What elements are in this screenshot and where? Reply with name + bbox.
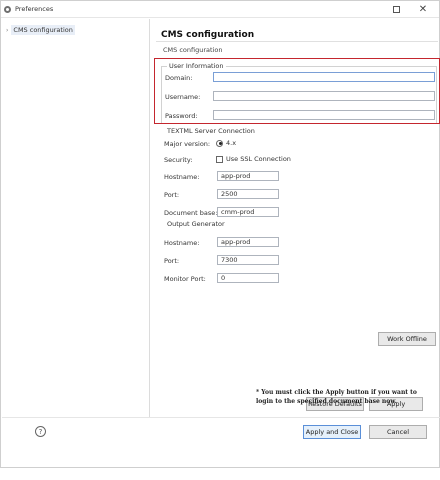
maximize-button[interactable]	[386, 3, 406, 16]
port-label: Port:	[164, 191, 180, 199]
hostname-label: Hostname:	[164, 173, 200, 181]
preference-page: CMS configuration CMS configuration User…	[156, 19, 439, 419]
app-icon	[4, 5, 11, 13]
cancel-button[interactable]: Cancel	[369, 425, 427, 439]
maximize-icon	[392, 6, 400, 13]
ssl-checkbox-row[interactable]: Use SSL Connection	[216, 155, 291, 163]
user-info-legend: User Information	[167, 62, 226, 70]
username-input[interactable]	[213, 91, 435, 101]
preferences-window: Preferences ✕ › CMS configuration CMS co…	[0, 0, 440, 468]
server-legend: TEXTML Server Connection	[165, 127, 257, 135]
monitor-port-label: Monitor Port:	[164, 275, 206, 283]
output-port-label: Port:	[164, 257, 180, 265]
close-icon: ✕	[418, 4, 428, 15]
major-version-label: Major version:	[164, 140, 211, 148]
password-label: Password:	[165, 112, 198, 120]
ssl-checkbox[interactable]	[216, 155, 223, 163]
output-legend: Output Generator	[165, 220, 227, 228]
output-hostname-label: Hostname:	[164, 239, 200, 247]
footer-divider	[2, 417, 440, 418]
tree-item-label: CMS configuration	[11, 25, 75, 35]
security-label: Security:	[164, 156, 193, 164]
apply-note: * You must click the Apply button if you…	[256, 389, 417, 405]
major-version-value: 4.x	[226, 139, 237, 147]
help-icon[interactable]: ?	[35, 426, 46, 437]
output-port-input[interactable]	[217, 255, 279, 265]
page-subtitle: CMS configuration	[163, 46, 223, 54]
username-label: Username:	[165, 93, 201, 101]
domain-input[interactable]	[213, 72, 435, 82]
ssl-label: Use SSL Connection	[226, 155, 291, 163]
password-input[interactable]	[213, 110, 435, 120]
preferences-tree: › CMS configuration	[2, 19, 150, 417]
work-offline-button[interactable]: Work Offline	[378, 332, 436, 346]
apply-and-close-button[interactable]: Apply and Close	[303, 425, 361, 439]
radio-selected-icon[interactable]	[216, 139, 223, 147]
title-bar: Preferences ✕	[1, 1, 439, 18]
window-title: Preferences	[15, 5, 54, 13]
close-button[interactable]: ✕	[413, 3, 433, 16]
title-divider	[156, 41, 438, 42]
output-group: Output Generator	[161, 220, 437, 295]
output-hostname-input[interactable]	[217, 237, 279, 247]
chevron-right-icon[interactable]: ›	[6, 27, 8, 34]
page-title: CMS configuration	[161, 30, 255, 40]
major-version-radio[interactable]: 4.x	[216, 139, 236, 147]
document-base-input[interactable]	[217, 207, 279, 217]
domain-label: Domain:	[165, 74, 193, 82]
hostname-input[interactable]	[217, 171, 279, 181]
document-base-label: Document base:	[164, 209, 218, 217]
monitor-port-input[interactable]	[217, 273, 279, 283]
tree-item-cms-configuration[interactable]: › CMS configuration	[6, 25, 75, 35]
port-input[interactable]	[217, 189, 279, 199]
